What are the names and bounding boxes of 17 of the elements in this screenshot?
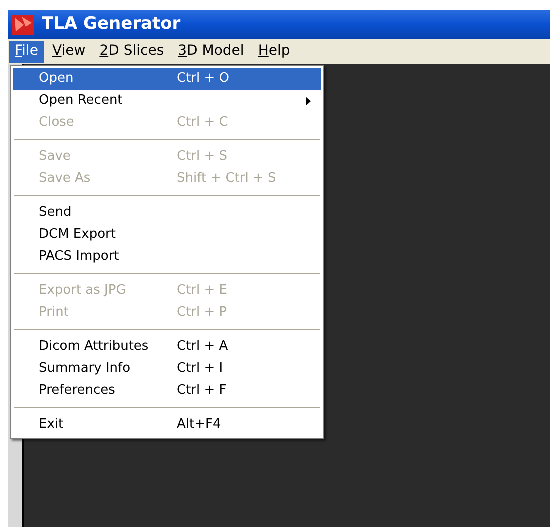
menu-item[interactable]: Send [13, 202, 321, 224]
menu-item[interactable]: Preferences Ctrl + F [13, 380, 321, 402]
menu-item[interactable]: Summary Info Ctrl + I [13, 358, 321, 380]
window-title: TLA Generator [42, 12, 181, 36]
menu-item[interactable]: DCM Export [13, 224, 321, 246]
menu-bar-item[interactable]: 2D Slices [94, 40, 170, 62]
menu-item[interactable]: Exit Alt+F4 [13, 414, 321, 436]
menu-bar-item[interactable]: File [9, 40, 44, 62]
menu-bar-item[interactable]: Help [252, 40, 296, 62]
submenu-arrow-icon [306, 96, 311, 106]
menu-item[interactable]: Open Recent [13, 90, 321, 112]
menu-item[interactable]: PACS Import [13, 246, 321, 268]
menu-item[interactable]: Dicom Attributes Ctrl + A [13, 336, 321, 358]
menu-item[interactable]: Open Ctrl + O [13, 68, 321, 90]
menu-bar-item[interactable]: 3D Model [172, 40, 250, 62]
menu-bar-item[interactable]: View [46, 40, 92, 62]
app-logo-icon [12, 14, 34, 34]
